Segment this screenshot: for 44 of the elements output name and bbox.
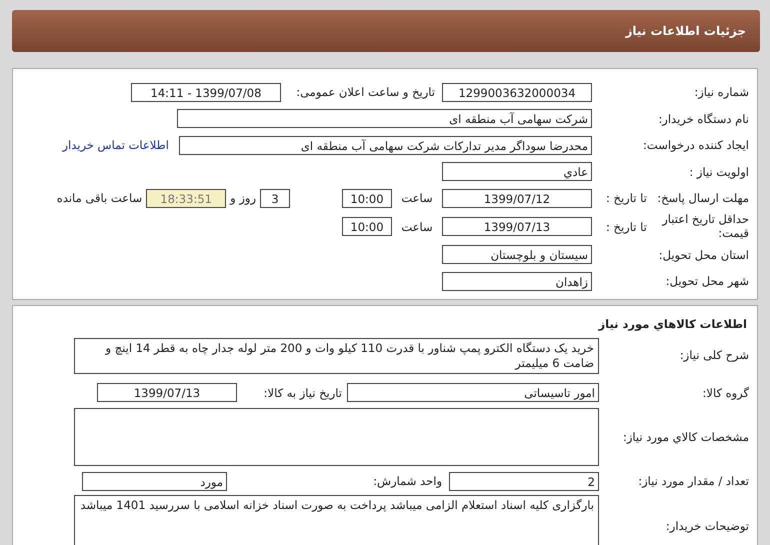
remaining-label: ساعت باقی مانده xyxy=(56,191,142,206)
field-label: نام دستگاه خریدار: xyxy=(657,112,750,126)
field-label: اولویت نیاز : xyxy=(688,164,750,179)
announce-date-field: 1399/07/08 - 14:11 xyxy=(131,82,281,102)
validity-date-field: 1399/07/13 xyxy=(442,217,592,236)
field-label: توضیحات خریدار: xyxy=(664,518,750,532)
field-label: گروه کالا: xyxy=(702,386,750,400)
field-label: استان محل تحویل: xyxy=(658,248,750,262)
need-number-field: 1299003632000034 xyxy=(442,82,592,102)
field-label: تا تاریخ : xyxy=(606,191,647,206)
need-date-field: 1399/07/13 xyxy=(97,383,237,402)
field-label: واحد شمارش: xyxy=(372,474,443,488)
time-label: ساعت xyxy=(400,191,434,206)
buyer-field: شرکت سهامی آب منطقه ای xyxy=(177,109,592,128)
days-field: 3 xyxy=(260,188,290,208)
unit-field: مورد xyxy=(82,472,227,491)
creator-field: محدرضا سوداگر مدیر تداركات شركت سهامی آب منطقه ای xyxy=(179,136,592,155)
section-title: اطلاعات کالاهاي مورد نیاز xyxy=(597,316,748,333)
validity-time-field: 10:00 xyxy=(342,217,392,236)
field-label: شماره نیاز: xyxy=(693,85,750,100)
deadline-time-field: 10:00 xyxy=(342,188,392,208)
remaining-time-field: 18:33:51 xyxy=(146,188,226,208)
field-label: حداقل تاریخ اعتبار قیمت: xyxy=(660,213,749,240)
buyer-contact-link[interactable]: اطلاعات تماس خریدار xyxy=(62,138,169,152)
days-label: روز و xyxy=(230,191,256,206)
province-field: سیستان و بلوچستان xyxy=(442,245,592,264)
goods-group-field: امور تاسیساتی xyxy=(347,383,599,402)
deadline-date-field: 1399/07/12 xyxy=(442,188,592,208)
field-label: مهلت ارسال پاسخ: xyxy=(657,191,749,206)
city-field: زاهدان xyxy=(442,272,592,291)
field-label: تا تاریخ : xyxy=(606,220,647,234)
field-label: شرح کلی نیاز: xyxy=(678,346,750,362)
field-label: شهر محل تحویل: xyxy=(664,274,750,288)
field-label: ایجاد کننده درخواست: xyxy=(642,138,750,152)
field-label: تاریخ نیاز به کالا: xyxy=(262,386,342,400)
field-label: تعداد / مقدار مورد نیاز: xyxy=(637,474,750,488)
description-field: خرید یک دستگاه الکترو پمپ شناور با قدرت 110 کیلو وات و 200 متر لوله جدار چاه به قطر 14 اینچ و ضامت 6 میلیمتر xyxy=(74,338,599,374)
page-title: جزئیات اطلاعات نیاز xyxy=(625,24,746,38)
quantity-field: 2 xyxy=(449,472,599,491)
priority-field: عادي xyxy=(442,162,592,182)
field-label: مشخصات کالاي مورد نیاز: xyxy=(622,430,750,444)
field-label: تاریخ و ساعت اعلان عمومی: xyxy=(295,85,435,100)
buyer-notes-field: بارگزاری کلیه اسناد استعلام الزامی میباشد پرداخت به صورت اسناد خزانه اسلامی با سررسید 1401 میباشد xyxy=(74,494,599,545)
time-label: ساعت xyxy=(400,220,434,234)
